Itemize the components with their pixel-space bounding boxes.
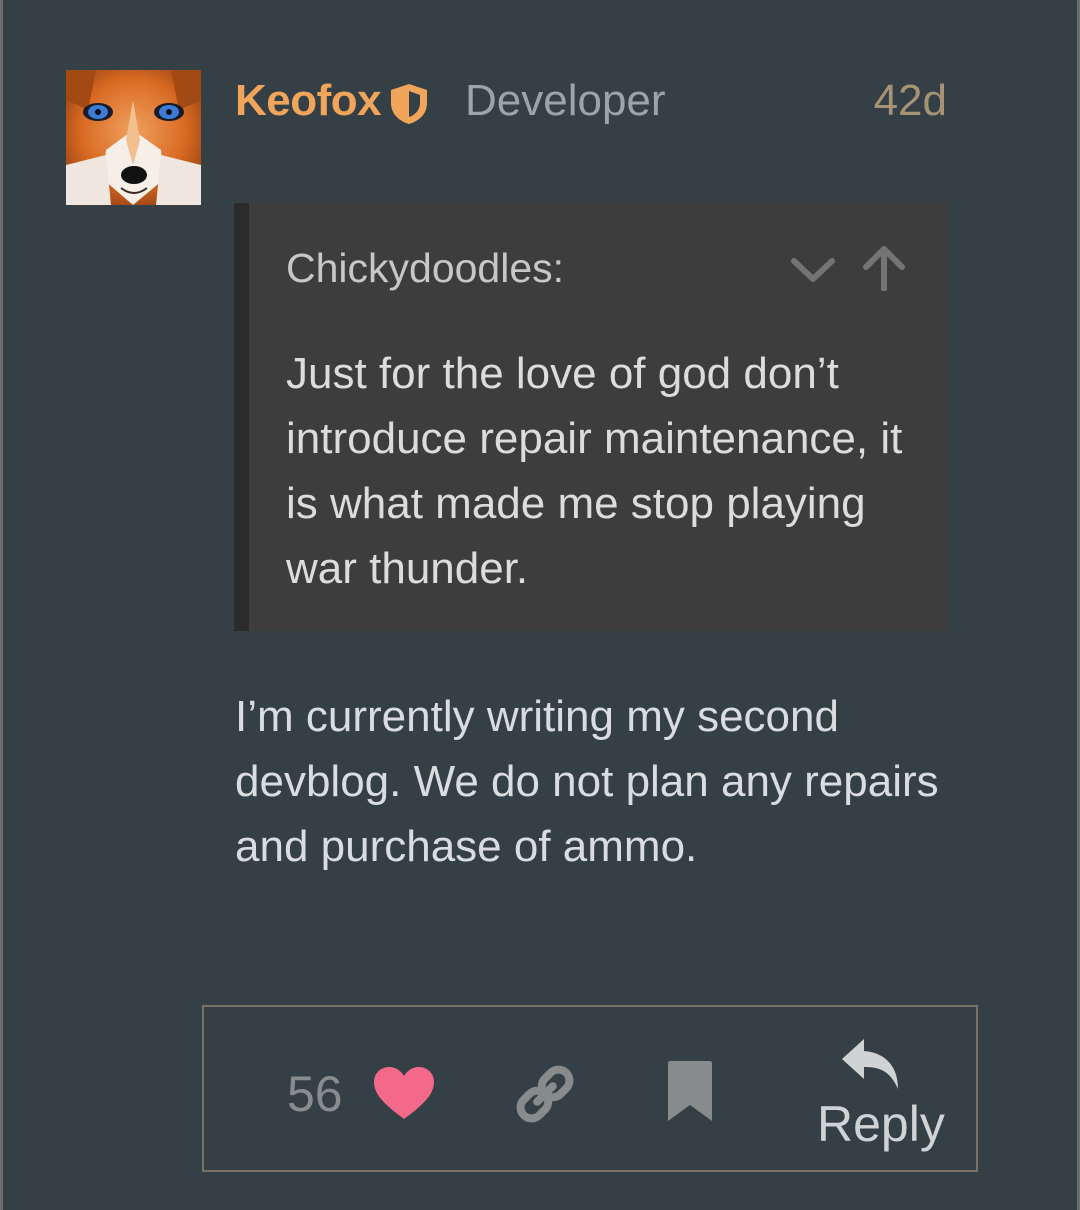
- quote-block: Chickydoodles: Just for the love of god …: [234, 203, 948, 631]
- shield-icon: [388, 82, 430, 126]
- fox-avatar-image: [66, 70, 201, 205]
- reply-button[interactable]: Reply: [817, 1095, 945, 1153]
- user-title: Developer: [465, 76, 666, 125]
- reply-arrow-icon[interactable]: [838, 1035, 904, 1098]
- like-count[interactable]: 56: [287, 1065, 343, 1123]
- post-date[interactable]: 42d: [874, 76, 947, 126]
- post-body: I’m currently writing my second devblog.…: [235, 692, 939, 871]
- arrow-up-icon[interactable]: [860, 245, 908, 296]
- chevron-down-icon[interactable]: [790, 249, 836, 294]
- post-actions: 56 Reply: [202, 1005, 978, 1172]
- quote-author: Chickydoodles:: [286, 245, 565, 291]
- author-name[interactable]: Keofox: [235, 76, 382, 126]
- link-icon[interactable]: [512, 1061, 578, 1132]
- bookmark-icon[interactable]: [666, 1059, 714, 1128]
- avatar[interactable]: [66, 70, 201, 205]
- heart-icon[interactable]: [372, 1065, 436, 1126]
- quote-text: Just for the love of god don’t introduce…: [286, 349, 903, 593]
- post-header: Keofox Developer 42d: [235, 72, 947, 132]
- quote-border: [234, 203, 249, 631]
- quote-controls: [790, 245, 910, 295]
- frame-left-border: [0, 0, 3, 1210]
